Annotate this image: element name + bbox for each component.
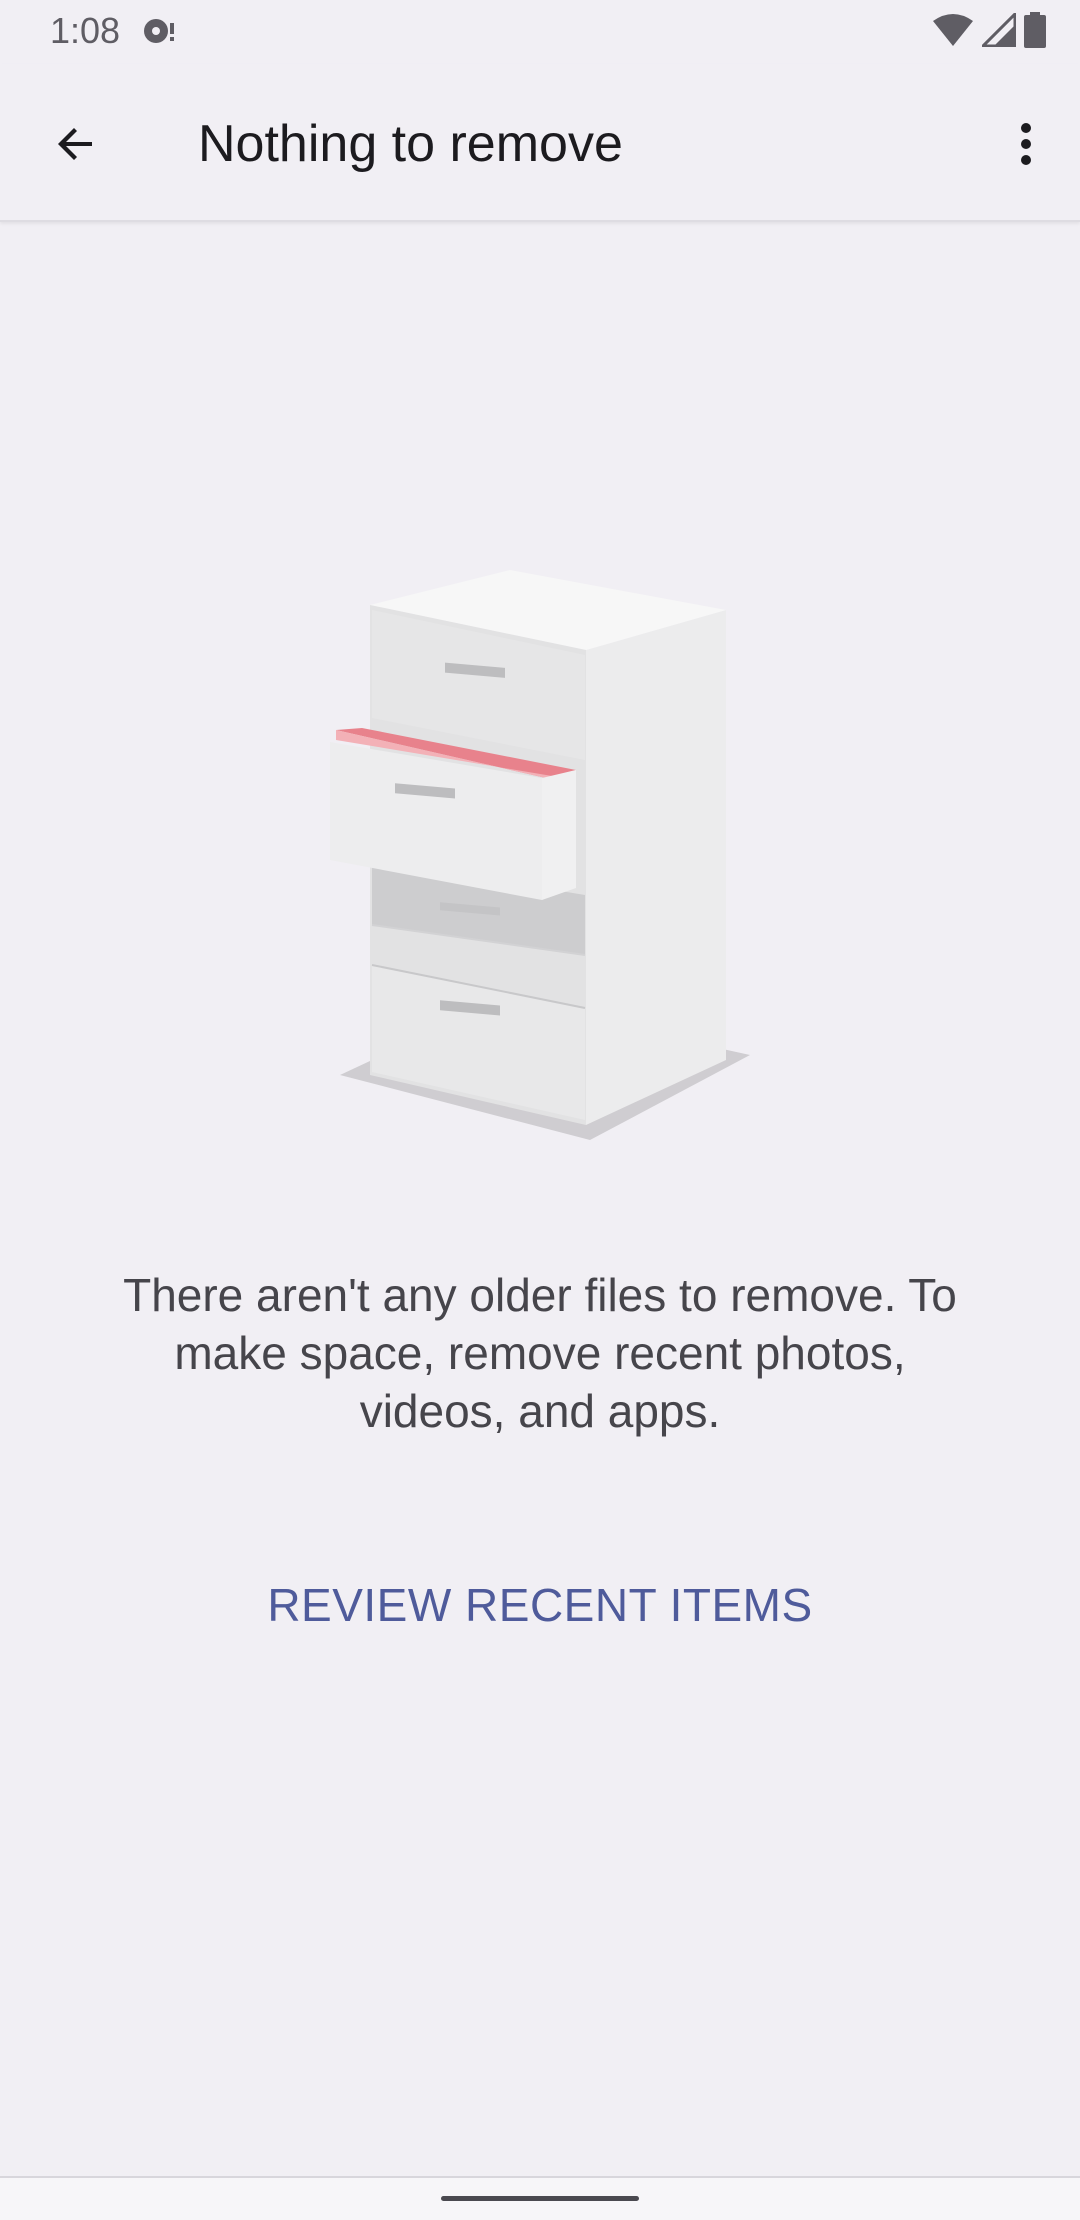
gesture-handle[interactable] (441, 2196, 639, 2201)
battery-icon (1024, 11, 1046, 53)
more-vert-icon (1018, 120, 1034, 173)
arrow-back-icon (52, 120, 100, 173)
screen: 1:08 Nothing to remove There aren't any … (0, 0, 1080, 2220)
status-bar: 1:08 (0, 0, 1080, 64)
more-options-button[interactable] (986, 106, 1066, 186)
wifi-icon (932, 13, 974, 52)
review-recent-items-button[interactable]: REVIEW RECENT ITEMS (240, 1560, 840, 1650)
page-title: Nothing to remove (198, 115, 623, 173)
assistant-bubble-icon (142, 16, 178, 46)
cell-signal-icon (979, 9, 1017, 52)
empty-state-message: There aren't any older files to remove. … (123, 1269, 957, 1437)
status-time: 1:08 (50, 10, 121, 51)
status-icons (932, 9, 1046, 53)
top-app-bar: Nothing to remove (0, 64, 1080, 222)
back-button[interactable] (36, 106, 116, 186)
filing-cabinet-illustration (300, 560, 780, 1160)
